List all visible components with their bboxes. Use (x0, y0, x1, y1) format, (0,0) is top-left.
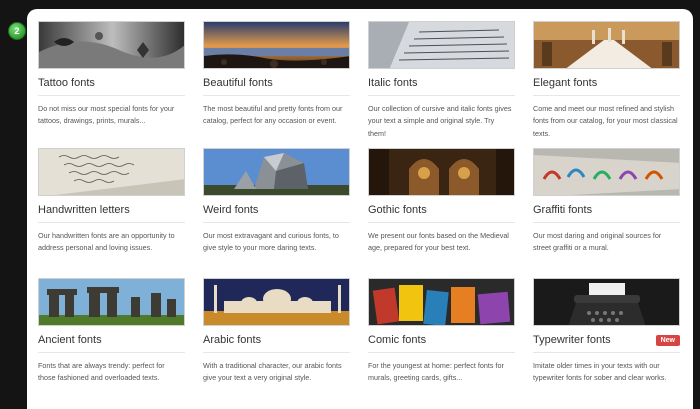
category-title[interactable]: Elegant fonts (533, 77, 597, 89)
typewriter-image[interactable] (533, 278, 680, 326)
category-description: For the youngest at home: perfect fonts … (368, 361, 504, 383)
new-badge: New (655, 334, 680, 346)
category-description: Imitate older times in your texts with o… (533, 361, 667, 383)
step-badge: 2 (8, 22, 26, 40)
category-card-graffiti[interactable]: Graffiti fonts Our most daring and origi… (533, 148, 680, 278)
category-card-italic[interactable]: Italic fonts Our collection of cursive a… (368, 21, 515, 148)
category-title[interactable]: Italic fonts (368, 77, 418, 89)
mosque-image[interactable] (203, 278, 350, 326)
category-description: The most beautiful and pretty fonts from… (203, 104, 343, 126)
category-card-arabic[interactable]: Arabic fonts With a traditional characte… (203, 278, 350, 408)
category-card-beautiful[interactable]: Beautiful fonts The most beautiful and p… (203, 21, 350, 148)
stonehenge-image[interactable] (38, 278, 185, 326)
category-title[interactable]: Tattoo fonts (38, 77, 95, 89)
tattoo-image[interactable] (38, 21, 185, 69)
category-card-tattoo[interactable]: Tattoo fonts Do not miss our most specia… (38, 21, 185, 148)
handwritten-pages-image[interactable] (368, 21, 515, 69)
category-card-handwritten[interactable]: Handwritten letters Our handwritten font… (38, 148, 185, 278)
old-letter-image[interactable] (38, 148, 185, 196)
category-card-ancient[interactable]: Ancient fonts Fonts that are always tren… (38, 278, 185, 408)
category-card-gothic[interactable]: Gothic fonts We present our fonts based … (368, 148, 515, 278)
category-card-weird[interactable]: Weird fonts Our most extravagant and cur… (203, 148, 350, 278)
futuristic-building-image[interactable] (203, 148, 350, 196)
sunset-coast-image[interactable] (203, 21, 350, 69)
category-title[interactable]: Handwritten letters (38, 204, 130, 216)
category-title[interactable]: Comic fonts (368, 334, 426, 346)
category-description: Come and meet our most refined and styli… (533, 104, 678, 138)
category-description: Our most daring and original sources for… (533, 231, 662, 253)
category-description: Fonts that are always trendy: perfect fo… (38, 361, 165, 383)
category-description: Our most extravagant and curious fonts, … (203, 231, 339, 253)
category-description: Our collection of cursive and italic fon… (368, 104, 512, 138)
category-description: With a traditional character, our arabic… (203, 361, 342, 383)
category-title[interactable]: Weird fonts (203, 204, 258, 216)
category-title[interactable]: Arabic fonts (203, 334, 261, 346)
category-title[interactable]: Beautiful fonts (203, 77, 273, 89)
category-card-elegant[interactable]: Elegant fonts Come and meet our most ref… (533, 21, 680, 148)
banquet-table-image[interactable] (533, 21, 680, 69)
category-title[interactable]: Typewriter fonts (533, 334, 611, 346)
category-grid: Tattoo fonts Do not miss our most specia… (38, 21, 680, 408)
category-description: We present our fonts based on the Mediev… (368, 231, 509, 253)
category-title[interactable]: Gothic fonts (368, 204, 427, 216)
graffiti-wall-image[interactable] (533, 148, 680, 196)
category-card-comic[interactable]: Comic fonts For the youngest at home: pe… (368, 278, 515, 408)
category-description: Do not miss our most special fonts for y… (38, 104, 175, 126)
font-categories-panel: Tattoo fonts Do not miss our most specia… (27, 9, 693, 409)
category-description: Our handwritten fonts are an opportunity… (38, 231, 175, 253)
cathedral-image[interactable] (368, 148, 515, 196)
comic-books-image[interactable] (368, 278, 515, 326)
category-title[interactable]: Ancient fonts (38, 334, 102, 346)
category-title[interactable]: Graffiti fonts (533, 204, 592, 216)
category-card-typewriter[interactable]: Typewriter fonts New Imitate older times… (533, 278, 680, 408)
